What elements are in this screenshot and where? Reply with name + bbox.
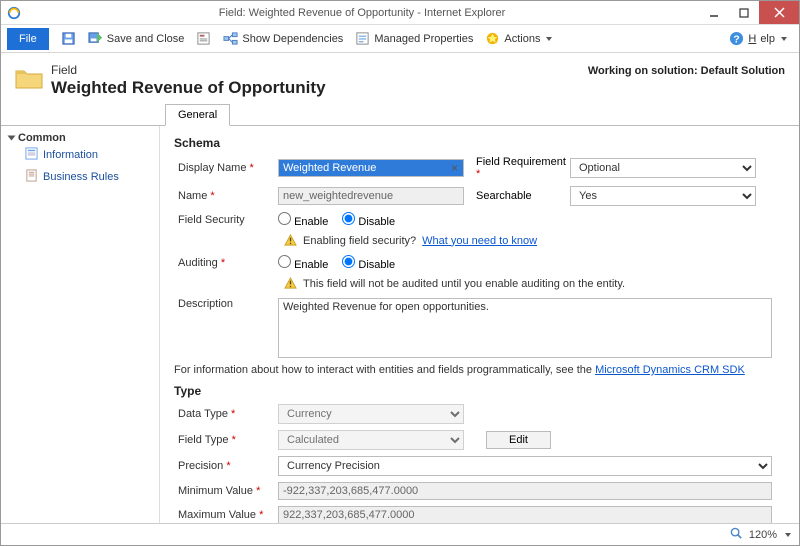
field-security-warning: Enabling field security? What you need t…: [284, 234, 785, 247]
label-searchable: Searchable: [464, 190, 570, 202]
page-title: Weighted Revenue of Opportunity: [51, 78, 326, 98]
security-info-link[interactable]: What you need to know: [422, 235, 537, 247]
save-and-close-button[interactable]: Save and Close: [82, 28, 191, 49]
sidebar-item-label: Business Rules: [43, 171, 119, 183]
label-field-type: Field Type *: [174, 434, 278, 446]
properties-icon: [196, 31, 211, 46]
actions-icon: [485, 31, 500, 46]
help-button[interactable]: ? Help: [723, 28, 793, 49]
page-header: Field Weighted Revenue of Opportunity Wo…: [1, 53, 799, 102]
label-max-value: Maximum Value *: [174, 509, 278, 521]
file-menu[interactable]: File: [7, 28, 49, 50]
window-titlebar: Field: Weighted Revenue of Opportunity -…: [1, 1, 799, 25]
display-name-input[interactable]: [278, 159, 464, 177]
description-input[interactable]: Weighted Revenue for open opportunities.: [278, 298, 772, 358]
managed-properties-icon: [355, 31, 370, 46]
zoom-level: 120%: [749, 529, 777, 541]
minimize-button[interactable]: [699, 1, 729, 24]
close-button[interactable]: [759, 1, 799, 24]
managed-properties-label: Managed Properties: [374, 33, 473, 45]
save-close-icon: [88, 31, 103, 46]
warning-icon: [284, 234, 297, 247]
sidebar-item-business-rules[interactable]: Business Rules: [9, 166, 151, 188]
data-type-select: Currency: [278, 404, 464, 424]
name-input[interactable]: [278, 187, 464, 205]
sdk-link[interactable]: Microsoft Dynamics CRM SDK: [595, 364, 745, 376]
save-icon: [61, 31, 76, 46]
warning-icon: [284, 277, 297, 290]
header-category: Field: [51, 63, 326, 77]
save-close-label: Save and Close: [107, 33, 185, 45]
help-label: H: [748, 33, 756, 45]
label-field-requirement: Field Requirement *: [464, 156, 570, 180]
auditing-warning: This field will not be audited until you…: [284, 277, 785, 290]
form-content: Schema Display Name * × Field Requiremen…: [159, 126, 799, 523]
ie-icon: [7, 6, 21, 20]
sidebar-item-information[interactable]: Information: [9, 144, 151, 166]
dependencies-icon: [223, 31, 238, 46]
folder-icon: [15, 66, 43, 90]
searchable-select[interactable]: Yes: [570, 186, 756, 206]
clear-icon[interactable]: ×: [451, 161, 458, 175]
section-schema: Schema: [174, 136, 785, 150]
save-button[interactable]: [55, 28, 82, 49]
form-icon: [25, 147, 38, 163]
toolbar-action-3[interactable]: [190, 28, 217, 49]
label-data-type: Data Type *: [174, 408, 278, 420]
help-icon: ?: [729, 31, 744, 46]
sidebar-item-label: Information: [43, 149, 98, 161]
toolbar: File Save and Close Show Dependencies Ma…: [1, 25, 799, 53]
edit-button[interactable]: Edit: [486, 431, 551, 449]
auditing-disable[interactable]: Disable: [342, 255, 395, 271]
status-bar: 120%: [1, 523, 799, 545]
max-value-input: [278, 506, 772, 523]
caret-down-icon: [8, 136, 16, 141]
sidebar: Common Information Business Rules: [1, 126, 159, 523]
managed-properties-button[interactable]: Managed Properties: [349, 28, 479, 49]
section-type: Type: [174, 384, 785, 398]
show-dependencies-label: Show Dependencies: [242, 33, 343, 45]
label-display-name: Display Name *: [174, 162, 278, 174]
precision-select[interactable]: Currency Precision: [278, 456, 772, 476]
zoom-icon[interactable]: [730, 527, 743, 543]
tab-bar: General: [1, 102, 799, 126]
sidebar-heading-common[interactable]: Common: [9, 132, 151, 144]
min-value-input: [278, 482, 772, 500]
label-description: Description: [174, 298, 278, 310]
field-security-enable[interactable]: Enable: [278, 212, 328, 228]
show-dependencies-button[interactable]: Show Dependencies: [217, 28, 349, 49]
label-name: Name *: [174, 190, 278, 202]
zoom-dropdown[interactable]: [785, 533, 791, 537]
auditing-enable[interactable]: Enable: [278, 255, 328, 271]
field-security-disable[interactable]: Disable: [342, 212, 395, 228]
field-requirement-select[interactable]: Optional: [570, 158, 756, 178]
label-field-security: Field Security: [174, 214, 278, 226]
label-precision: Precision *: [174, 460, 278, 472]
label-auditing: Auditing *: [174, 257, 278, 269]
actions-label: Actions: [504, 33, 540, 45]
maximize-button[interactable]: [729, 1, 759, 24]
solution-context: Working on solution: Default Solution: [588, 63, 785, 77]
tab-general[interactable]: General: [165, 104, 230, 126]
window-title: Field: Weighted Revenue of Opportunity -…: [25, 7, 699, 19]
rules-icon: [25, 169, 38, 185]
actions-menu[interactable]: Actions: [479, 28, 558, 49]
label-min-value: Minimum Value *: [174, 485, 278, 497]
field-type-select: Calculated: [278, 430, 464, 450]
svg-text:?: ?: [734, 34, 740, 45]
sdk-info: For information about how to interact wi…: [174, 364, 785, 376]
